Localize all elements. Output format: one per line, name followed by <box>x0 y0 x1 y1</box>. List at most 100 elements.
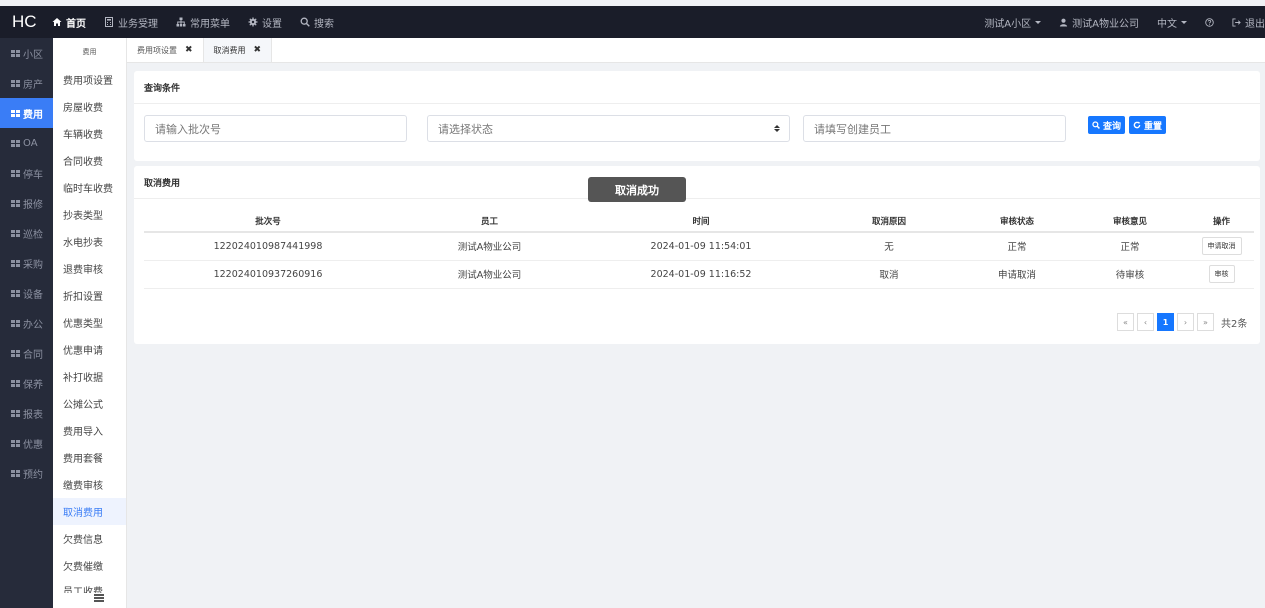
community-dropdown[interactable]: 测试A小区 <box>984 15 1042 30</box>
sidebar-item-maintenance[interactable]: 保养 <box>0 368 53 398</box>
audit-opinion-cell: 正常 <box>1071 232 1189 261</box>
reset-button-label: 重置 <box>1144 121 1163 132</box>
submenu-staff-fee[interactable]: 员工收费 <box>53 579 126 593</box>
sidebar-item-office[interactable]: 办公 <box>0 308 53 338</box>
tab-cancel-fee[interactable]: 取消费用 ✖ <box>203 38 273 62</box>
page-1-button[interactable]: 1 <box>1157 313 1174 331</box>
audit-status-cell: 申请取消 <box>963 260 1071 289</box>
status-select[interactable]: 请选择状态 <box>427 115 790 142</box>
sidebar-item-contract[interactable]: 合同 <box>0 338 53 368</box>
sidebar-item-property[interactable]: 房产 <box>0 68 53 98</box>
nav-common-menu-label: 常用菜单 <box>190 18 230 30</box>
help-button[interactable] <box>1205 17 1214 27</box>
nav-home-label: 首页 <box>66 18 86 30</box>
nav-search[interactable]: 搜索 <box>300 15 334 30</box>
submenu-house-fee[interactable]: 房屋收费 <box>53 93 126 120</box>
sign-out-icon <box>1232 17 1241 27</box>
submenu-discount-type[interactable]: 优惠类型 <box>53 309 126 336</box>
submenu-cancel-fee[interactable]: 取消费用 <box>53 498 126 525</box>
submenu-car-fee[interactable]: 车辆收费 <box>53 120 126 147</box>
action-cell: 申请取消 <box>1189 232 1254 261</box>
creator-staff-input[interactable]: 请填写创建员工 <box>803 115 1066 142</box>
sidebar-item-label: 合同 <box>23 349 43 361</box>
sidebar-item-oa[interactable]: OA <box>0 128 53 158</box>
language-dropdown[interactable]: 中文 <box>1157 15 1187 30</box>
submenu-contract-fee[interactable]: 合同收费 <box>53 147 126 174</box>
search-icon <box>1092 121 1100 129</box>
submenu-fee-items[interactable]: 费用项设置 <box>53 66 126 93</box>
grid-icon <box>11 379 20 387</box>
submenu-fee-import[interactable]: 费用导入 <box>53 417 126 444</box>
secondary-sidebar-header: 费用 <box>82 48 97 56</box>
staff-cell: 测试A物业公司 <box>392 232 587 261</box>
search-button[interactable]: 查询 <box>1088 116 1126 134</box>
sidebar-item-fees[interactable]: 费用 <box>0 98 53 128</box>
grid-icon <box>11 439 20 447</box>
success-toast: 取消成功 <box>588 177 686 202</box>
submenu-arrears-reminder[interactable]: 欠费催缴 <box>53 552 126 579</box>
logout-button[interactable]: 退出 <box>1232 15 1265 30</box>
submenu-fee-package[interactable]: 费用套餐 <box>53 444 126 471</box>
secondary-sidebar: 费用 费用项设置 房屋收费 车辆收费 合同收费 临时车收费 抄表类型 水电抄表 … <box>53 38 127 608</box>
close-icon[interactable]: ✖ <box>254 45 262 55</box>
sidebar-item-community[interactable]: 小区 <box>0 38 53 68</box>
top-right-menu: 测试A小区 测试A物业公司 中文 退出 <box>966 15 1265 30</box>
home-icon <box>52 18 62 26</box>
submenu-meter-type[interactable]: 抄表类型 <box>53 201 126 228</box>
sidebar-item-discount[interactable]: 优惠 <box>0 428 53 458</box>
sidebar-item-reports[interactable]: 报表 <box>0 398 53 428</box>
action-cell: 审核 <box>1189 260 1254 289</box>
nav-home[interactable]: 首页 <box>52 15 86 30</box>
submenu-reprint-receipt[interactable]: 补打收据 <box>53 363 126 390</box>
column-header: 取消原因 <box>815 210 963 233</box>
nav-settings[interactable]: 设置 <box>248 15 282 30</box>
user-dropdown[interactable]: 测试A物业公司 <box>1059 15 1139 30</box>
apply-cancel-button[interactable]: 申请取消 <box>1201 237 1242 256</box>
column-header: 时间 <box>587 210 815 233</box>
app-logo[interactable]: HC <box>0 12 52 32</box>
logout-label: 退出 <box>1245 18 1265 30</box>
batch-number-input[interactable]: 请输入批次号 <box>144 115 407 142</box>
collapse-menu-icon[interactable] <box>94 594 104 602</box>
top-nav: 首页 业务受理 常用菜单 设置 搜索 <box>52 15 352 30</box>
submenu-discount-apply[interactable]: 优惠申请 <box>53 336 126 363</box>
sitemap-icon <box>176 17 186 27</box>
submenu-refund-audit[interactable]: 退费审核 <box>53 255 126 282</box>
grid-icon <box>11 199 20 207</box>
nav-common-menu[interactable]: 常用菜单 <box>176 15 230 30</box>
sidebar-item-label: 报修 <box>23 199 43 211</box>
prev-page-button[interactable]: ‹ <box>1137 313 1154 331</box>
first-page-button[interactable]: « <box>1117 313 1134 331</box>
submenu-payment-audit[interactable]: 缴费审核 <box>53 471 126 498</box>
sidebar-item-inspection[interactable]: 巡检 <box>0 218 53 248</box>
sidebar-item-label: 保养 <box>23 379 43 391</box>
close-icon[interactable]: ✖ <box>185 45 193 55</box>
sidebar-item-purchase[interactable]: 采购 <box>0 248 53 278</box>
user-label: 测试A物业公司 <box>1072 18 1139 30</box>
submenu-arrears-info[interactable]: 欠费信息 <box>53 525 126 552</box>
sidebar-item-equipment[interactable]: 设备 <box>0 278 53 308</box>
nav-search-label: 搜索 <box>314 18 334 30</box>
question-icon <box>1205 17 1214 27</box>
nav-business[interactable]: 业务受理 <box>104 15 158 30</box>
submenu-meter-reading[interactable]: 水电抄表 <box>53 228 126 255</box>
sort-arrows-icon <box>774 125 780 132</box>
batch-number-cell: 122024010937260916 <box>144 260 392 289</box>
sidebar-item-label: 巡检 <box>23 229 43 241</box>
next-page-button[interactable]: › <box>1177 313 1194 331</box>
submenu-temp-car-fee[interactable]: 临时车收费 <box>53 174 126 201</box>
tab-fee-items[interactable]: 费用项设置 ✖ <box>127 38 204 62</box>
reason-cell: 取消 <box>815 260 963 289</box>
sidebar-item-repair[interactable]: 报修 <box>0 188 53 218</box>
community-label: 测试A小区 <box>984 18 1032 30</box>
submenu-shared-formula[interactable]: 公摊公式 <box>53 390 126 417</box>
sidebar-item-parking[interactable]: 停车 <box>0 158 53 188</box>
audit-button[interactable]: 审核 <box>1208 265 1235 283</box>
tab-label: 取消费用 <box>213 45 246 55</box>
last-page-button[interactable]: » <box>1197 313 1214 331</box>
status-select-value: 请选择状态 <box>438 122 493 136</box>
grid-icon <box>11 79 20 87</box>
reset-button[interactable]: 重置 <box>1129 116 1167 134</box>
submenu-discount-settings[interactable]: 折扣设置 <box>53 282 126 309</box>
sidebar-item-booking[interactable]: 预约 <box>0 458 53 488</box>
